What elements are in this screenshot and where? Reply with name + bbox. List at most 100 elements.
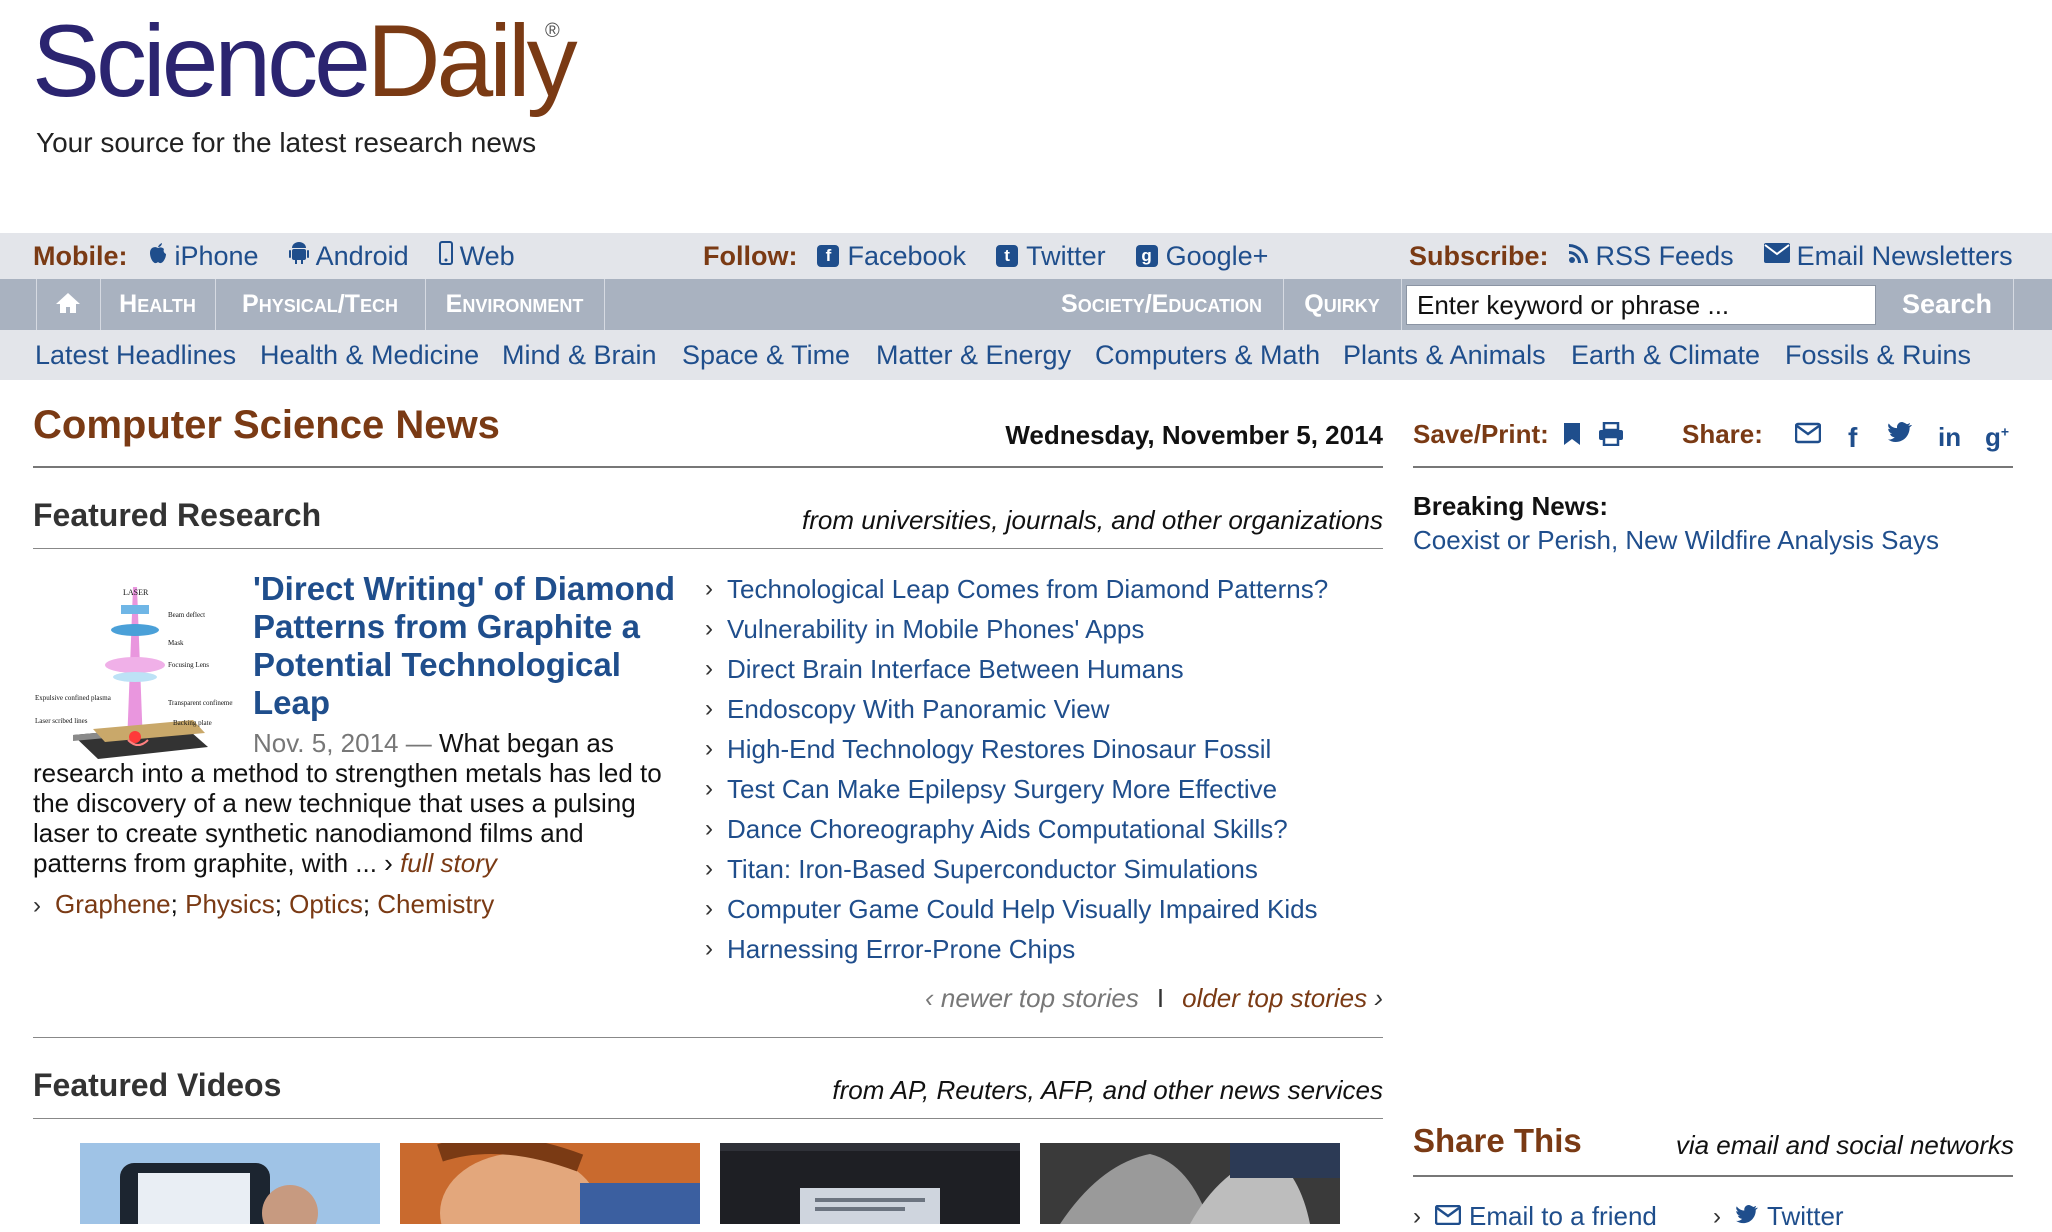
mobile-link-web[interactable]: Web — [438, 241, 515, 272]
subscribe-link-newsletters[interactable]: Email Newsletters — [1763, 241, 2013, 272]
breaking-news-link[interactable]: Coexist or Perish, New Wildfire Analysis… — [1413, 525, 1939, 556]
topic-computers-math[interactable]: Computers & Math — [1095, 330, 1320, 380]
mobile-label: Mobile: — [33, 240, 128, 271]
full-story-link[interactable]: full story — [400, 848, 497, 878]
svg-text:Mask: Mask — [168, 639, 184, 647]
share-this-heading: Share This — [1413, 1122, 1582, 1159]
linkedin-share-icon[interactable]: in — [1938, 422, 1961, 453]
follow-link-facebook[interactable]: f Facebook — [817, 241, 966, 272]
chevron-right-icon: › — [705, 735, 713, 762]
sidebar-divider — [1413, 466, 2013, 468]
chevron-right-icon: › — [705, 855, 713, 882]
svg-text:Transparent confinement: Transparent confinement — [168, 699, 233, 707]
follow-link-googleplus[interactable]: g Google+ — [1135, 241, 1268, 272]
chevron-right-icon: › — [384, 848, 393, 878]
story-link[interactable]: › Titan: Iron-Based Superconductor Simula… — [705, 849, 1328, 889]
google-plus-share-icon[interactable]: g+ — [1985, 422, 2009, 453]
story-link[interactable]: › Test Can Make Epilepsy Surgery More Eff… — [705, 769, 1328, 809]
bookmark-icon[interactable] — [1563, 422, 1581, 453]
svg-text:Focusing Lens: Focusing Lens — [168, 661, 209, 669]
breaking-news-heading: Breaking News: — [1413, 491, 1609, 521]
search-button[interactable]: Search — [1884, 279, 2010, 330]
svg-text:Laser scribed lines: Laser scribed lines — [35, 717, 88, 725]
lead-story-title[interactable]: 'Direct Writing' of Diamond Patterns fro… — [253, 570, 693, 722]
topic-latest-headlines[interactable]: Latest Headlines — [35, 330, 236, 380]
video-thumbnail[interactable] — [400, 1136, 700, 1232]
facebook-icon: f — [817, 245, 840, 267]
top-stories-list: › Technological Leap Comes from Diamond P… — [705, 569, 1328, 969]
logo-science: Science — [32, 4, 371, 118]
chevron-right-icon: › — [705, 895, 713, 922]
home-icon — [55, 289, 81, 321]
twitter-icon: t — [996, 245, 1019, 267]
tag-link[interactable]: Chemistry — [377, 889, 494, 919]
nav-quirky[interactable]: Quirky — [1283, 279, 1401, 330]
google-plus-icon: g — [1135, 245, 1158, 267]
site-logo[interactable]: ScienceDaily ® — [32, 10, 578, 112]
chevron-right-icon: › — [1374, 983, 1383, 1013]
research-divider — [33, 548, 1383, 549]
stories-pager: ‹ newer top stories Iolder top stories › — [925, 983, 1383, 1014]
subscribe-link-rss[interactable]: RSS Feeds — [1568, 241, 1734, 272]
tag-link[interactable]: Physics — [185, 889, 275, 919]
twitter-share-link[interactable]: › Twitter — [1713, 1201, 1844, 1232]
follow-link-twitter[interactable]: t Twitter — [996, 241, 1106, 272]
chevron-left-icon: ‹ — [924, 983, 934, 1013]
facebook-share-icon[interactable]: f — [1848, 422, 1857, 454]
email-share-icon[interactable] — [1794, 422, 1822, 451]
tag-link[interactable]: Optics — [289, 889, 363, 919]
chevron-right-icon: › — [705, 615, 713, 642]
topic-earth-climate[interactable]: Earth & Climate — [1571, 330, 1760, 380]
subscribe-label: Subscribe: — [1409, 240, 1549, 271]
story-link[interactable]: › Endoscopy With Panoramic View — [705, 689, 1328, 729]
story-link[interactable]: › Dance Choreography Aids Computational S… — [705, 809, 1328, 849]
email-friend-link[interactable]: › Email to a friend — [1413, 1201, 1657, 1232]
chevron-right-icon: › — [33, 892, 41, 919]
story-link[interactable]: › Vulnerability in Mobile Phones' Apps — [705, 609, 1328, 649]
nav-environment[interactable]: Environment — [425, 279, 604, 330]
subscribe-group: Subscribe: RSS Feeds Email Newsletters — [1409, 233, 2043, 279]
tag-link[interactable]: Graphene — [55, 889, 171, 919]
newer-stories-link[interactable]: ‹ newer top stories — [925, 983, 1139, 1013]
utility-bar: Mobile: iPhone Android Web Follow: f Fac… — [0, 233, 2052, 279]
topic-mind-brain[interactable]: Mind & Brain — [502, 330, 657, 380]
rss-icon — [1568, 243, 1589, 269]
featured-videos-heading: Featured Videos — [33, 1067, 282, 1103]
registered-mark: ® — [545, 20, 560, 42]
mobile-device-icon — [438, 241, 453, 271]
envelope-icon — [1763, 243, 1790, 269]
story-link[interactable]: › High-End Technology Restores Dinosaur F… — [705, 729, 1328, 769]
page-date: Wednesday, November 5, 2014 — [1005, 420, 1383, 450]
lead-story-date: Nov. 5, 2014 — [253, 728, 399, 758]
print-icon[interactable] — [1598, 421, 1624, 453]
chevron-right-icon: › — [705, 775, 713, 802]
video-thumbnail[interactable] — [80, 1143, 380, 1232]
search-input[interactable] — [1406, 285, 1876, 325]
chevron-right-icon: › — [1713, 1202, 1721, 1230]
apple-icon — [148, 241, 168, 271]
story-link[interactable]: › Technological Leap Comes from Diamond P… — [705, 569, 1328, 609]
older-stories-link[interactable]: older top stories › — [1182, 983, 1383, 1013]
topic-plants-animals[interactable]: Plants & Animals — [1343, 330, 1546, 380]
twitter-share-icon[interactable] — [1888, 422, 1912, 451]
chevron-right-icon: › — [705, 695, 713, 722]
story-link[interactable]: › Harnessing Error-Prone Chips — [705, 929, 1328, 969]
title-divider — [33, 466, 1383, 468]
story-link[interactable]: › Direct Brain Interface Between Humans — [705, 649, 1328, 689]
topic-fossils-ruins[interactable]: Fossils & Ruins — [1785, 330, 1971, 380]
mobile-link-android[interactable]: Android — [288, 241, 409, 272]
video-thumbnail[interactable] — [1040, 1143, 1340, 1224]
story-link[interactable]: › Computer Game Could Help Visually Impai… — [705, 889, 1328, 929]
nav-physical-tech[interactable]: Physical/Tech — [215, 279, 425, 330]
mobile-link-iphone[interactable]: iPhone — [148, 241, 259, 272]
topic-health-medicine[interactable]: Health & Medicine — [260, 330, 479, 380]
topic-space-time[interactable]: Space & Time — [682, 330, 850, 380]
nav-health[interactable]: Health — [100, 279, 215, 330]
home-link[interactable] — [36, 279, 100, 330]
video-thumbnail[interactable] — [720, 1143, 1020, 1224]
android-icon — [288, 241, 309, 271]
topic-matter-energy[interactable]: Matter & Energy — [876, 330, 1071, 380]
nav-society-education[interactable]: Society/Education — [1040, 279, 1283, 330]
twitter-icon — [1735, 1201, 1759, 1232]
videos-divider — [33, 1118, 1383, 1119]
